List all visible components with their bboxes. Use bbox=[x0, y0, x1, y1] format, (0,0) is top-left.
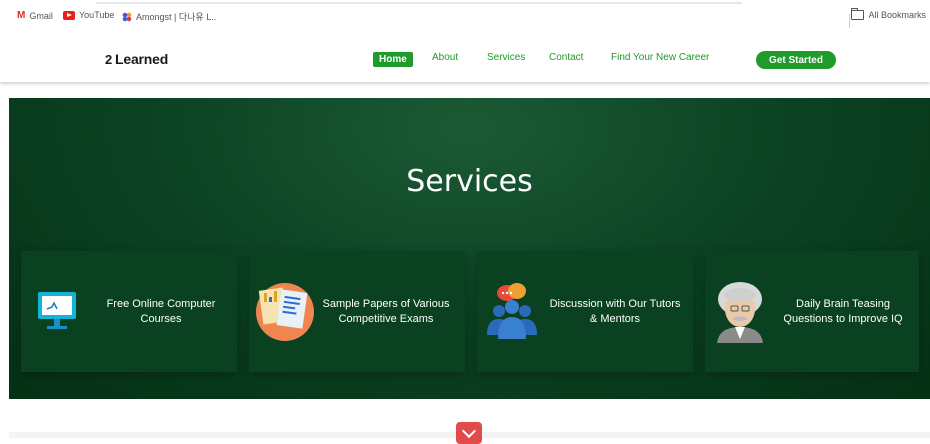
card-title-line: & Mentors bbox=[589, 313, 641, 325]
papers-icon bbox=[256, 283, 314, 341]
nav-about[interactable]: About bbox=[432, 52, 458, 63]
bookmarks-divider bbox=[849, 14, 850, 28]
service-card-brain-teasers[interactable]: Daily Brain Teasing Questions to Improve… bbox=[705, 251, 919, 372]
bookmark-amongst[interactable]: Amongst | 다나유 L.. bbox=[122, 10, 216, 23]
all-bookmarks-button[interactable]: All Bookmarks bbox=[851, 8, 926, 20]
card-title-line: Daily Brain Teasing bbox=[796, 298, 890, 310]
youtube-icon bbox=[63, 10, 75, 20]
card-title-line: Courses bbox=[140, 313, 182, 325]
einstein-avatar-icon bbox=[717, 282, 763, 343]
discussion-group-icon bbox=[487, 283, 537, 339]
computer-monitor-icon bbox=[38, 292, 76, 329]
service-card-sample-papers[interactable]: Sample Papers of Various Competitive Exa… bbox=[249, 251, 465, 372]
amongst-icon bbox=[122, 11, 132, 22]
nav-find-career[interactable]: Find Your New Career bbox=[611, 52, 709, 63]
card-title-line: Sample Papers of Various bbox=[322, 298, 450, 310]
bookmarks-bar: M Gmail YouTube Amongst | 다나유 L.. All Bo… bbox=[0, 0, 930, 34]
card-title-line: Competitive Exams bbox=[338, 313, 434, 325]
folder-icon bbox=[851, 8, 865, 20]
all-bookmarks-label: All Bookmarks bbox=[868, 10, 926, 20]
bookmark-label: Amongst | 다나유 L.. bbox=[136, 12, 217, 22]
gmail-icon: M bbox=[17, 10, 26, 21]
scroll-down-button[interactable] bbox=[456, 422, 482, 444]
services-hero: Services Free Online Computer Courses Sa… bbox=[9, 98, 930, 399]
card-title-line: Questions to Improve IQ bbox=[783, 313, 903, 325]
nav-contact[interactable]: Contact bbox=[549, 52, 583, 63]
site-logo[interactable]: 2 Learned bbox=[105, 51, 168, 67]
logo-text: Learned bbox=[115, 51, 169, 67]
logo-mark: 2 bbox=[105, 51, 113, 67]
get-started-button[interactable]: Get Started bbox=[756, 51, 836, 69]
card-title-line: Free Online Computer bbox=[106, 298, 216, 310]
bookmark-youtube[interactable]: YouTube bbox=[63, 10, 114, 20]
service-card-discussion[interactable]: Discussion with Our Tutors & Mentors bbox=[477, 251, 693, 372]
address-bar-edge bbox=[96, 2, 742, 4]
nav-services[interactable]: Services bbox=[487, 52, 525, 63]
bookmark-label: Gmail bbox=[29, 10, 53, 21]
nav-home[interactable]: Home bbox=[373, 52, 413, 67]
bookmark-gmail[interactable]: M Gmail bbox=[17, 10, 53, 21]
hero-title: Services bbox=[406, 164, 533, 199]
bookmark-label: YouTube bbox=[79, 10, 115, 20]
service-card-computer-courses[interactable]: Free Online Computer Courses bbox=[21, 251, 237, 372]
card-title-line: Discussion with Our Tutors bbox=[549, 298, 681, 310]
